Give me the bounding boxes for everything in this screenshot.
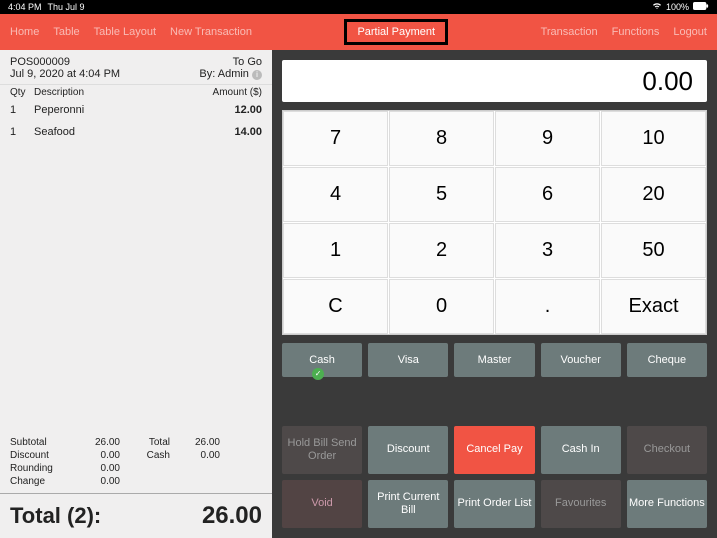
pay-cash[interactable]: Cash✓ xyxy=(282,343,362,377)
nav-table-layout[interactable]: Table Layout xyxy=(94,26,156,38)
info-icon[interactable]: i xyxy=(252,70,262,80)
total-label: Total (2): xyxy=(10,503,101,529)
favourites-button[interactable]: Favourites xyxy=(541,480,621,528)
function-grid: Hold Bill Send Order Discount Cancel Pay… xyxy=(282,426,707,528)
key-3[interactable]: 3 xyxy=(495,223,600,278)
key-8[interactable]: 8 xyxy=(389,111,494,166)
receipt-total: Total (2): 26.00 xyxy=(0,493,272,538)
list-item[interactable]: 1 Seafood 14.00 xyxy=(10,126,262,138)
pay-cheque[interactable]: Cheque xyxy=(627,343,707,377)
key-20[interactable]: 20 xyxy=(601,167,706,222)
key-6[interactable]: 6 xyxy=(495,167,600,222)
print-order-button[interactable]: Print Order List xyxy=(454,480,534,528)
wifi-icon xyxy=(652,2,662,12)
col-desc: Description xyxy=(34,87,213,98)
status-bar: 4:04 PM Thu Jul 9 100% xyxy=(0,0,717,14)
col-amount: Amount ($) xyxy=(213,87,262,98)
status-date: Thu Jul 9 xyxy=(48,2,85,12)
key-10[interactable]: 10 xyxy=(601,111,706,166)
battery-icon xyxy=(693,2,709,12)
pay-visa[interactable]: Visa xyxy=(368,343,448,377)
pos-id: POS000009 xyxy=(10,56,70,68)
hold-bill-button[interactable]: Hold Bill Send Order xyxy=(282,426,362,474)
void-button[interactable]: Void xyxy=(282,480,362,528)
cancel-pay-button[interactable]: Cancel Pay xyxy=(454,426,534,474)
nav-logout[interactable]: Logout xyxy=(673,26,707,38)
cash-in-button[interactable]: Cash In xyxy=(541,426,621,474)
order-mode: To Go xyxy=(233,56,262,68)
more-functions-button[interactable]: More Functions xyxy=(627,480,707,528)
key-1[interactable]: 1 xyxy=(283,223,388,278)
receipt-columns: Qty Description Amount ($) xyxy=(0,84,272,100)
key-7[interactable]: 7 xyxy=(283,111,388,166)
receipt-items: 1 Peperonni 12.00 1 Seafood 14.00 xyxy=(0,100,272,431)
pay-master[interactable]: Master xyxy=(454,343,534,377)
keypad: 7 8 9 10 4 5 6 20 1 2 3 50 C 0 . Exact xyxy=(282,110,707,335)
nav-functions[interactable]: Functions xyxy=(612,26,660,38)
list-item[interactable]: 1 Peperonni 12.00 xyxy=(10,104,262,116)
key-2[interactable]: 2 xyxy=(389,223,494,278)
nav-partial-payment[interactable]: Partial Payment xyxy=(344,19,448,45)
status-time: 4:04 PM xyxy=(8,2,42,12)
check-icon: ✓ xyxy=(312,368,324,380)
nav-new-transaction[interactable]: New Transaction xyxy=(170,26,252,38)
key-0[interactable]: 0 xyxy=(389,279,494,334)
payment-methods: Cash✓ Visa Master Voucher Cheque xyxy=(282,343,707,377)
col-qty: Qty xyxy=(10,87,34,98)
order-by: By: Admin xyxy=(199,68,249,80)
receipt-summary: Subtotal26.00 Total26.00 Discount0.00 Ca… xyxy=(0,431,272,493)
checkout-button[interactable]: Checkout xyxy=(627,426,707,474)
nav-bar: Home Table Table Layout New Transaction … xyxy=(0,14,717,50)
discount-button[interactable]: Discount xyxy=(368,426,448,474)
key-clear[interactable]: C xyxy=(283,279,388,334)
amount-display: 0.00 xyxy=(282,60,707,102)
key-50[interactable]: 50 xyxy=(601,223,706,278)
nav-transaction[interactable]: Transaction xyxy=(541,26,598,38)
key-9[interactable]: 9 xyxy=(495,111,600,166)
key-dot[interactable]: . xyxy=(495,279,600,334)
nav-home[interactable]: Home xyxy=(10,26,39,38)
order-datetime: Jul 9, 2020 at 4:04 PM xyxy=(10,68,120,80)
key-5[interactable]: 5 xyxy=(389,167,494,222)
payment-panel: 0.00 7 8 9 10 4 5 6 20 1 2 3 50 C 0 . Ex… xyxy=(272,50,717,538)
pay-voucher[interactable]: Voucher xyxy=(541,343,621,377)
key-4[interactable]: 4 xyxy=(283,167,388,222)
key-exact[interactable]: Exact xyxy=(601,279,706,334)
receipt-panel: POS000009 To Go Jul 9, 2020 at 4:04 PM B… xyxy=(0,50,272,538)
nav-table[interactable]: Table xyxy=(53,26,79,38)
total-value: 26.00 xyxy=(202,502,262,530)
print-bill-button[interactable]: Print Current Bill xyxy=(368,480,448,528)
battery-pct: 100% xyxy=(666,2,689,12)
